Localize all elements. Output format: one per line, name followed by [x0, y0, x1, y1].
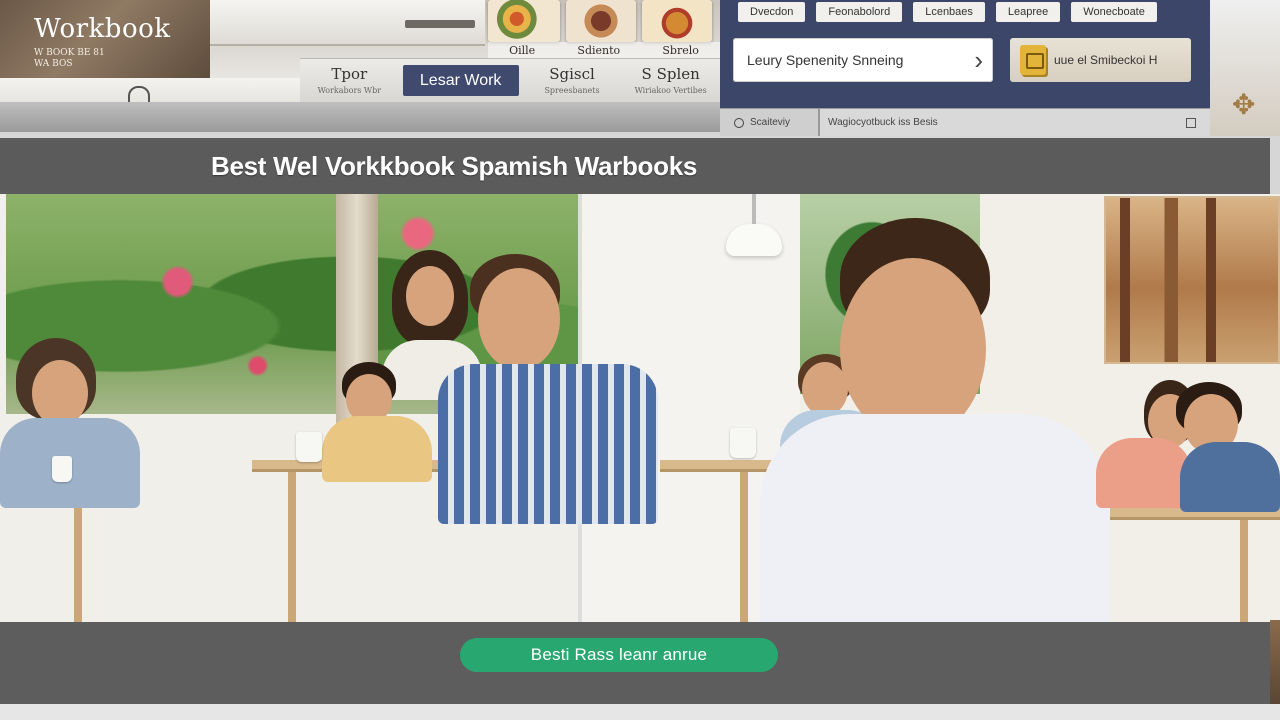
photo-table-leg [740, 472, 748, 622]
tab-s-splen[interactable]: S Splen Wiriakoo Vertibes [621, 59, 720, 102]
search-box: › [733, 38, 993, 82]
workbook-cta-label: uue el Smibeckoi H [1054, 53, 1158, 67]
nav-chip[interactable]: Lcenbaes [913, 2, 985, 22]
thumbnail-captions: Oille Sdiento Sbrelo [488, 42, 720, 58]
book-icon [1020, 45, 1046, 75]
photo-table-leg [288, 472, 296, 622]
photo-person-man-foreground [760, 218, 1120, 622]
tab-label: Tpor [331, 65, 368, 84]
logo-subtitle: W BOOK BE 81 WA BOS [34, 48, 105, 70]
thumbnail-caption: Oille [509, 43, 536, 57]
tab-sublabel: Workabors Wbr [317, 85, 382, 95]
nav-chip[interactable]: Dvecdon [738, 2, 806, 22]
ornament-icon: ✥ [1232, 89, 1256, 120]
page-title-band: Best Wel Vorkkbook Spamish Warbooks [0, 138, 1270, 194]
tab-label: Lesar Work [419, 71, 502, 89]
thumbnail-caption: Sbrelo [662, 43, 699, 57]
bottom-band: Besti Rass leanr anrue [0, 622, 1270, 704]
tab-lesar-work[interactable]: Lesar Work [402, 65, 519, 96]
photo-cup [52, 456, 72, 482]
tab-sublabel: Spreesbanets [544, 85, 600, 95]
logo-title: Workbook [34, 14, 171, 44]
photo-person-woman-left [0, 334, 160, 622]
status-segment-2: Wagiocyotbuck iss Besis [828, 117, 938, 128]
chevron-right-icon[interactable]: › [974, 47, 983, 73]
thumbnail-food-1[interactable] [488, 0, 560, 42]
nav-chip-row: Dvecdon Feonabolord Lcenbaes Leapree Won… [738, 2, 1198, 22]
tab-label: S Splen [641, 65, 700, 84]
nav-panel: Dvecdon Feonabolord Lcenbaes Leapree Won… [720, 0, 1210, 108]
photo-person-kids-right [1096, 380, 1280, 622]
thumbnail-food-3[interactable] [642, 0, 712, 42]
nav-chip[interactable]: Wonecboate [1071, 2, 1157, 22]
page-title: Best Wel Vorkkbook Spamish Warbooks [211, 150, 698, 181]
workbook-cta-button[interactable]: uue el Smibeckoi H [1010, 38, 1191, 82]
search-input[interactable] [747, 52, 975, 68]
status-strip: Scaiteviy Wagiocyotbuck iss Besis [720, 108, 1210, 136]
tab-sgiscl[interactable]: Sgiscl Spreesbanets [523, 59, 622, 102]
status-segment-1[interactable]: Scaiteviy [720, 109, 820, 136]
photo-person-teen [322, 362, 432, 482]
thumbnail-caption: Sdiento [577, 43, 621, 57]
tab-bar: Tpor Workabors Wbr Lesar Work Sgiscl Spr… [300, 58, 720, 102]
tab-tpor[interactable]: Tpor Workabors Wbr [300, 59, 399, 102]
photo-person-man-plaid [438, 254, 668, 554]
hero-photo [0, 194, 1280, 622]
right-edge-decor [1270, 620, 1280, 704]
header-divider-band [0, 102, 720, 132]
brand-logo[interactable]: Workbook W BOOK BE 81 WA BOS [0, 0, 210, 78]
corner-decor: ✥ [1210, 0, 1280, 136]
thumbnail-food-2[interactable] [566, 0, 636, 42]
globe-icon [734, 117, 744, 128]
tab-sublabel: Wiriakoo Vertibes [634, 85, 707, 95]
photo-cup [730, 428, 756, 458]
nav-chip[interactable]: Leapree [995, 2, 1061, 22]
status-segment-1-label: Scaiteviy [750, 117, 791, 128]
maximize-icon[interactable] [1186, 117, 1196, 128]
photo-cup [296, 432, 322, 462]
hero-sky-image [210, 0, 485, 46]
tab-label: Sgiscl [549, 65, 595, 84]
learn-more-button[interactable]: Besti Rass leanr anrue [460, 638, 778, 672]
photo-wall-art [1104, 196, 1280, 364]
footer-strip [0, 704, 1280, 720]
nav-chip[interactable]: Feonabolord [816, 2, 903, 22]
